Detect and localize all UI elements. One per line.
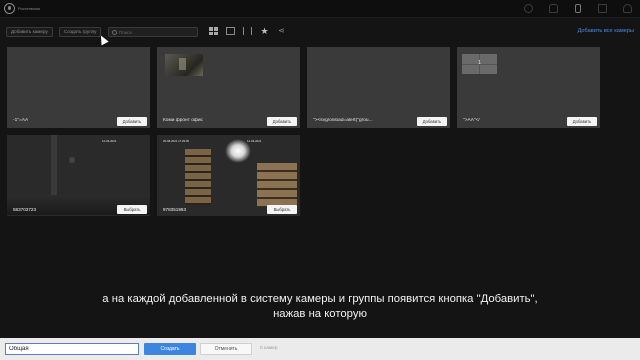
add-button[interactable]: Добавить — [267, 117, 297, 126]
subtitles: а на каждой добавленной в систему камеры… — [0, 292, 640, 322]
star-icon[interactable]: ★ — [260, 27, 269, 36]
video-timestamp: 12-03-2021 — [102, 139, 117, 143]
camera-card[interactable]: -1"=AA Добавить — [7, 47, 150, 128]
subtitle-line: а на каждой добавленной в систему камеры… — [102, 293, 538, 305]
top-bar: Ростелеком — [0, 0, 640, 18]
group-count: 1 — [478, 60, 481, 66]
logo-text: Ростелеком — [18, 6, 40, 11]
subtitle-line: нажав на которую — [273, 308, 367, 320]
toolbar: Добавить камеру Создать группу ★ ⋖ Добав… — [0, 25, 640, 39]
camera-card[interactable]: 25-08-2021 17:29:05 12-03-2021 978351963… — [157, 135, 300, 216]
create-group-button[interactable]: Создать группу — [59, 27, 102, 37]
video-timestamp-right: 12-03-2021 — [247, 139, 262, 143]
select-button[interactable]: Выбрать — [117, 205, 147, 214]
camera-card[interactable]: Коми фронт офис Добавить — [157, 47, 300, 128]
card-name: "><svg/onload=alert("grou... — [313, 118, 373, 123]
camera-icon[interactable] — [575, 4, 581, 13]
group-create-bar: Создать Отменить 0 камер — [0, 338, 640, 360]
camera-card[interactable]: 12-03-2021 583703723 Выбрать — [7, 135, 150, 216]
video-feed-detail — [257, 163, 297, 207]
search-icon — [112, 30, 117, 35]
bell-icon[interactable] — [549, 4, 558, 13]
camera-id: 583703723 — [13, 207, 36, 212]
add-button[interactable]: Добавить — [417, 117, 447, 126]
group-name-input[interactable] — [5, 343, 139, 355]
view-switcher: ★ ⋖ — [209, 27, 286, 36]
app-root: Ростелеком Добавить камеру Создать групп… — [0, 0, 640, 360]
card-name: Коми фронт офис — [163, 118, 203, 123]
search-box[interactable] — [108, 27, 198, 37]
camera-id: 978351963 — [163, 207, 186, 212]
create-button[interactable]: Создать — [144, 343, 196, 355]
card-name: -1"=AA — [13, 118, 29, 123]
add-button[interactable]: Добавить — [567, 117, 597, 126]
camera-card[interactable]: "><svg/onload=alert("grou... Добавить — [307, 47, 450, 128]
add-all-cameras-link[interactable]: Добавить все камеры — [578, 26, 634, 36]
share-icon[interactable]: ⋖ — [277, 27, 286, 35]
logo[interactable]: Ростелеком — [4, 3, 40, 14]
user-icon[interactable] — [623, 4, 632, 13]
group-card[interactable]: 1 ">AA"</ Добавить — [457, 47, 600, 128]
gear-icon[interactable] — [524, 4, 533, 13]
add-camera-button[interactable]: Добавить камеру — [6, 27, 53, 37]
video-timestamp: 25-08-2021 17:29:05 — [163, 139, 189, 143]
header-icons — [524, 4, 632, 13]
sort-icon[interactable] — [243, 27, 252, 35]
search-input[interactable] — [119, 28, 195, 36]
card-name: ">AA"</ — [463, 118, 480, 123]
selected-count: 0 камер — [260, 346, 278, 351]
grid-view-icon[interactable] — [209, 27, 218, 35]
group-thumbnail: 1 — [462, 54, 497, 74]
logo-icon — [4, 3, 15, 14]
cancel-button[interactable]: Отменить — [200, 343, 252, 355]
add-button[interactable]: Добавить — [117, 117, 147, 126]
video-feed — [185, 149, 211, 205]
map-view-icon[interactable] — [226, 27, 235, 35]
folder-icon[interactable] — [598, 4, 607, 13]
video-feed-detail — [69, 157, 75, 163]
camera-thumbnail — [165, 54, 203, 76]
select-button[interactable]: Выбрать — [267, 205, 297, 214]
